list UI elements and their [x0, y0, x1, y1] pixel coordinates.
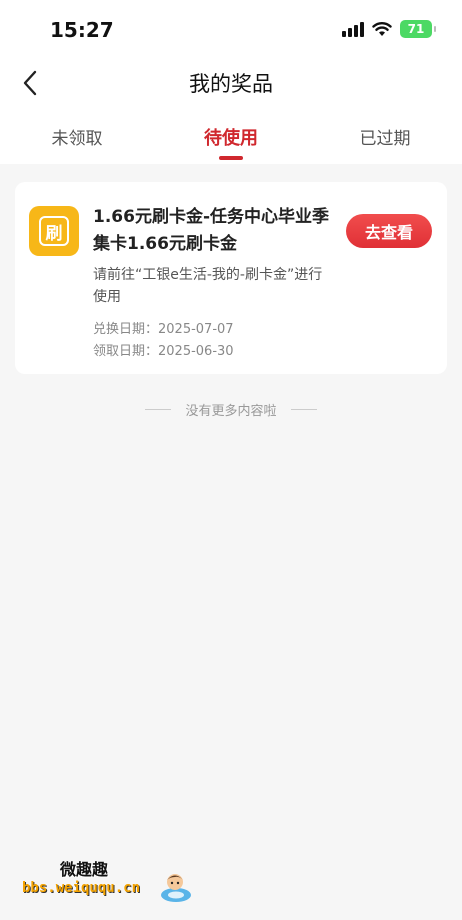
status-bar: 15:27 71 — [0, 0, 462, 60]
end-of-list-text: 没有更多内容啦 — [185, 404, 277, 419]
receive-date-row: 领取日期：2025-06-30 — [93, 340, 234, 359]
watermark-title: 微趣趣 — [60, 860, 109, 879]
view-prize-button[interactable]: 去查看 — [346, 214, 432, 248]
battery-level: 71 — [407, 22, 425, 36]
prize-description: 请前往“工银e生活-我的-刷卡金”进行使用 — [93, 267, 323, 305]
nav-header: 我的奖品 — [0, 60, 462, 106]
exchange-date-label: 兑换日期： — [93, 322, 159, 337]
receive-date-label: 领取日期： — [93, 344, 159, 359]
battery-icon: 71 — [400, 20, 436, 38]
tab-to-use[interactable]: 待使用 — [154, 106, 308, 164]
prize-card: 刷 1.66元刷卡金-任务中心毕业季集卡1.66元刷卡金 请前往“工银e生活-我… — [15, 182, 447, 374]
tab-bar: 未领取 待使用 已过期 — [0, 106, 462, 164]
tab-expired[interactable]: 已过期 — [308, 106, 462, 164]
card-swipe-icon: 刷 — [29, 206, 79, 256]
exchange-date-row: 兑换日期：2025-07-07 — [93, 318, 234, 337]
page-title: 我的奖品 — [189, 72, 273, 96]
watermark-mascot-icon — [161, 874, 191, 902]
status-icons: 71 — [342, 20, 436, 38]
divider — [145, 409, 172, 410]
prize-icon-char: 刷 — [39, 216, 69, 246]
receive-date-value: 2025-06-30 — [158, 344, 234, 359]
cellular-signal-icon — [342, 21, 364, 37]
watermark-url: bbs.weiququ.cn — [22, 880, 141, 896]
exchange-date-value: 2025-07-07 — [158, 322, 234, 337]
end-of-list: 没有更多内容啦 — [0, 400, 462, 419]
status-time: 15:27 — [50, 18, 114, 42]
wifi-icon — [372, 22, 392, 36]
divider — [290, 409, 317, 410]
tab-unclaimed[interactable]: 未领取 — [0, 106, 154, 164]
watermark: 微趣趣 bbs.weiququ.cn — [22, 852, 197, 910]
prize-title: 1.66元刷卡金-任务中心毕业季集卡1.66元刷卡金 — [93, 207, 329, 254]
